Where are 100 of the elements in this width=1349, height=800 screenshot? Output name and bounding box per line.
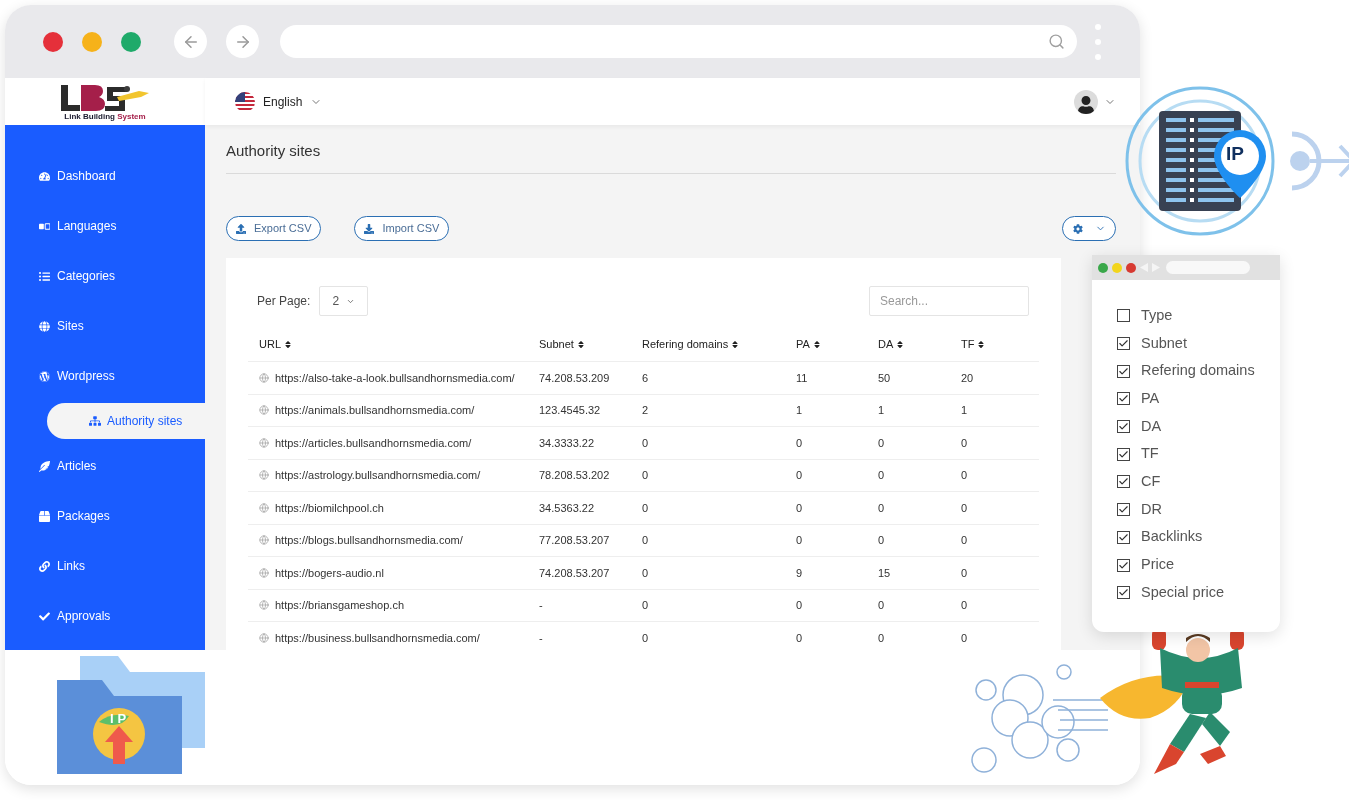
ip-label: IP <box>1226 144 1244 163</box>
sidebar-item[interactable]: Wordpress <box>5 351 205 401</box>
url-cell-text: https://briansgameshop.ch <box>275 598 405 613</box>
table-cell-text: 15 <box>878 565 892 581</box>
feather-icon <box>39 460 50 472</box>
table-cell-text: 1 <box>796 403 804 418</box>
table-cell-text: 0 <box>961 468 969 483</box>
table-cell-text: 0 <box>878 500 886 516</box>
sidebar-item[interactable]: Articles <box>5 441 205 491</box>
table-cell-text: 34.5363.22 <box>539 500 596 516</box>
per-page-label: Per Page: <box>257 293 311 310</box>
table-cell-text: 20 <box>961 370 975 386</box>
table-cell-text: 0 <box>878 435 886 451</box>
sidebar-item[interactable]: Links <box>5 541 205 591</box>
table-cell-text: 0 <box>796 435 804 451</box>
avatar-icon <box>1074 89 1098 114</box>
table-cell-text: 0 <box>642 565 650 581</box>
table-cell-text: 0 <box>961 500 969 516</box>
table-cell-text: 0 <box>961 630 969 646</box>
globe-icon <box>259 632 269 643</box>
table-cell-text: 0 <box>642 533 650 548</box>
table-cell-text: 0 <box>642 435 650 451</box>
column-option[interactable]: Subnet <box>1117 329 1280 358</box>
column-option[interactable]: Price <box>1117 551 1280 579</box>
language-dropdown[interactable]: English <box>235 91 323 112</box>
globe-icon <box>259 567 269 578</box>
column-option[interactable]: Refering domains <box>1117 357 1280 386</box>
csv-button[interactable]: Export CSV <box>226 216 322 241</box>
table-cell-text: 1 <box>878 403 886 418</box>
sort-icon <box>576 339 585 349</box>
sidebar-subitem[interactable]: Authority sites <box>47 403 205 439</box>
two-boxes-icon <box>39 220 50 232</box>
globe-icon <box>259 405 269 416</box>
column-option[interactable]: DR <box>1117 495 1280 524</box>
settings-icon <box>1072 223 1083 234</box>
gauge-icon <box>39 170 50 182</box>
sidebar-item[interactable]: Categories <box>5 251 205 301</box>
forward-button[interactable] <box>226 25 259 58</box>
column-header[interactable]: PA <box>796 335 878 353</box>
url-cell-text: https://astrology.bullsandhornsmedia.com/ <box>275 468 481 483</box>
search-icon <box>1048 33 1065 50</box>
table-cell-text: - <box>539 598 544 613</box>
table-cell-text: 0 <box>961 565 969 581</box>
table-cell-text: 50 <box>878 370 892 386</box>
url-cell-text: https://also-take-a-look.bullsandhornsmedia.com/ <box>275 370 515 386</box>
url-cell-text: https://business.bullsandhornsmedia.com/ <box>275 630 480 646</box>
sidebar-item[interactable]: Packages <box>5 491 205 541</box>
sort-icon <box>896 339 905 349</box>
column-header[interactable]: Refering domains <box>642 335 796 353</box>
column-option[interactable]: PA <box>1117 385 1280 413</box>
sidebar-item[interactable]: Approvals <box>5 591 205 641</box>
url-cell-text: https://biomilchpool.ch <box>275 500 384 516</box>
column-option[interactable]: DA <box>1117 412 1280 441</box>
table-cell-text: 78.208.53.202 <box>539 468 611 483</box>
check-icon <box>39 610 50 622</box>
column-option[interactable]: Type <box>1117 302 1280 330</box>
column-settings-button[interactable] <box>1062 216 1116 241</box>
sidebar-item[interactable]: Dashboard <box>5 151 205 201</box>
column-option[interactable]: CF <box>1117 468 1280 496</box>
csv-button[interactable]: Import CSV <box>354 216 450 241</box>
globe-icon <box>39 320 50 332</box>
table-cell-text: 0 <box>878 630 886 646</box>
table-cell-text: 0 <box>796 468 804 483</box>
column-option[interactable]: Special price <box>1117 578 1280 607</box>
table-cell-text: 0 <box>961 533 969 548</box>
table-cell-text: 2 <box>642 403 650 418</box>
user-menu[interactable] <box>1074 89 1116 114</box>
table-cell-text: 74.208.53.209 <box>539 370 611 386</box>
table-cell-text: 74.208.53.207 <box>539 565 611 581</box>
table-cell-text: 0 <box>796 500 804 516</box>
per-page-select[interactable]: 2 <box>319 286 369 316</box>
table-cell-text: 0 <box>878 468 886 483</box>
sort-icon <box>284 339 292 349</box>
sidebar-item[interactable]: Sites <box>5 301 205 351</box>
table-cell-text: 11 <box>796 370 809 386</box>
upload-icon <box>236 223 246 234</box>
sort-icon <box>977 339 986 349</box>
table-cell-text: 123.4545.32 <box>539 403 602 418</box>
sidebar-item[interactable]: Languages <box>5 201 205 251</box>
column-header[interactable]: TF <box>961 335 1039 353</box>
sort-icon <box>812 339 821 349</box>
table-cell-text: 0 <box>796 533 804 548</box>
globe-icon <box>259 437 269 448</box>
table-cell-text: 0 <box>642 598 650 613</box>
globe-icon <box>259 600 269 611</box>
logo-icon <box>59 82 151 113</box>
table-cell-text: 9 <box>796 565 804 581</box>
table-cell-text: 34.3333.22 <box>539 435 596 451</box>
sort-icon <box>731 339 740 349</box>
column-header[interactable]: DA <box>878 335 961 353</box>
back-button[interactable] <box>174 25 207 58</box>
column-header[interactable]: Subnet <box>539 335 642 353</box>
table-cell-text: 6 <box>642 370 650 386</box>
table-cell-text: 0 <box>796 598 804 613</box>
box-icon <box>39 510 50 522</box>
globe-icon <box>259 502 269 513</box>
column-option[interactable]: Backlinks <box>1117 523 1280 552</box>
search-field[interactable]: Search... <box>869 286 1029 316</box>
column-option[interactable]: TF <box>1117 440 1280 469</box>
column-header[interactable]: URL <box>259 335 539 353</box>
